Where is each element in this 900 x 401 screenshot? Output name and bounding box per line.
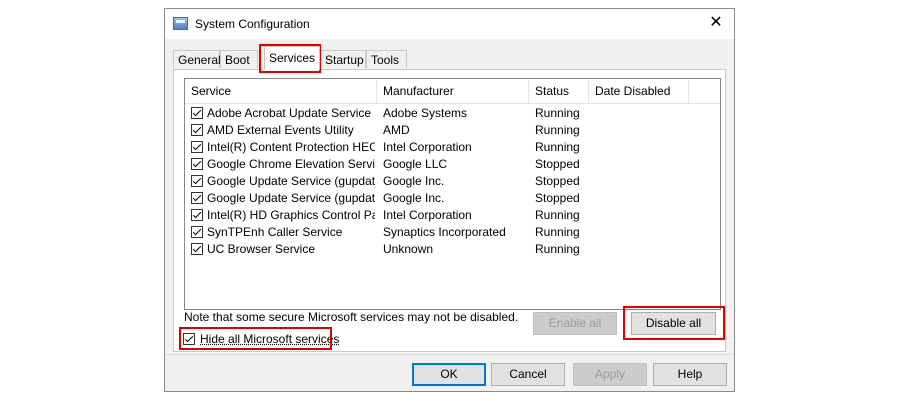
window-title: System Configuration <box>195 17 310 31</box>
table-row[interactable]: Intel(R) HD Graphics Control Pa... Intel… <box>185 207 720 224</box>
tab-startup[interactable]: Startup <box>320 50 366 68</box>
service-manufacturer: Intel Corporation <box>383 208 472 222</box>
table-row[interactable]: SynTPEnh Caller Service Synaptics Incorp… <box>185 224 720 241</box>
column-manufacturer[interactable]: Manufacturer <box>377 79 529 103</box>
tab-boot[interactable]: Boot <box>220 50 258 68</box>
service-name: AMD External Events Utility <box>207 123 354 137</box>
service-name: UC Browser Service <box>207 242 316 256</box>
tab-general[interactable]: General <box>173 50 221 68</box>
list-header: Service Manufacturer Status Date Disable… <box>185 79 720 104</box>
service-manufacturer: Synaptics Incorporated <box>383 225 506 239</box>
service-status: Stopped <box>535 174 580 188</box>
secure-services-note: Note that some secure Microsoft services… <box>184 310 519 324</box>
service-manufacturer: Intel Corporation <box>383 140 472 154</box>
close-icon[interactable]: ✕ <box>706 13 726 33</box>
service-status: Running <box>535 106 580 120</box>
service-name: SynTPEnh Caller Service <box>207 225 343 239</box>
table-row[interactable]: Adobe Acrobat Update Service Adobe Syste… <box>185 105 720 122</box>
help-button[interactable]: Help <box>653 363 727 386</box>
tab-services[interactable]: Services <box>264 46 320 70</box>
table-row[interactable]: Google Update Service (gupdatem) Google … <box>185 190 720 207</box>
service-checkbox[interactable] <box>191 192 203 204</box>
service-manufacturer: Google LLC <box>383 157 448 171</box>
service-name: Adobe Acrobat Update Service <box>207 106 372 120</box>
service-checkbox[interactable] <box>191 158 203 170</box>
service-status: Running <box>535 225 580 239</box>
service-manufacturer: Google Inc. <box>383 174 445 188</box>
service-checkbox[interactable] <box>191 175 203 187</box>
system-configuration-window: System Configuration ✕ General Boot Serv… <box>164 8 735 392</box>
service-status: Running <box>535 242 580 256</box>
service-manufacturer: Unknown <box>383 242 434 256</box>
title-bar: System Configuration ✕ <box>165 9 734 39</box>
service-name: Google Update Service (gupdatem) <box>207 191 375 205</box>
ok-button[interactable]: OK <box>412 363 486 386</box>
services-list[interactable]: Service Manufacturer Status Date Disable… <box>184 78 721 310</box>
service-status: Running <box>535 208 580 222</box>
service-status: Running <box>535 140 580 154</box>
column-service[interactable]: Service <box>185 79 377 103</box>
apply-button[interactable]: Apply <box>573 363 647 386</box>
table-row[interactable]: Google Update Service (gupdate) Google I… <box>185 173 720 190</box>
service-status: Running <box>535 123 580 137</box>
service-checkbox[interactable] <box>191 124 203 136</box>
system-configuration-icon <box>173 17 188 30</box>
service-manufacturer: AMD <box>383 123 410 137</box>
tab-tools[interactable]: Tools <box>366 50 407 68</box>
hide-microsoft-checkbox[interactable] <box>183 333 195 345</box>
service-checkbox[interactable] <box>191 243 203 255</box>
cancel-button[interactable]: Cancel <box>491 363 565 386</box>
services-panel: Service Manufacturer Status Date Disable… <box>173 69 726 352</box>
enable-all-button[interactable]: Enable all <box>533 312 617 335</box>
service-status: Stopped <box>535 191 580 205</box>
service-status: Stopped <box>535 157 580 171</box>
hide-microsoft-label[interactable]: Hide all Microsoft services <box>200 331 339 347</box>
table-row[interactable]: Intel(R) Content Protection HEC... Intel… <box>185 139 720 156</box>
service-name: Google Update Service (gupdate) <box>207 174 375 188</box>
table-row[interactable]: AMD External Events Utility AMD Running <box>185 122 720 139</box>
service-manufacturer: Adobe Systems <box>383 106 468 120</box>
service-checkbox[interactable] <box>191 226 203 238</box>
disable-all-button[interactable]: Disable all <box>631 312 716 335</box>
service-manufacturer: Google Inc. <box>383 191 445 205</box>
service-name: Intel(R) Content Protection HEC... <box>207 140 375 154</box>
service-name: Google Chrome Elevation Service <box>207 157 375 171</box>
service-checkbox[interactable] <box>191 141 203 153</box>
footer-divider <box>165 354 734 355</box>
table-row[interactable]: UC Browser Service Unknown Running <box>185 241 720 258</box>
table-row[interactable]: Google Chrome Elevation Service Google L… <box>185 156 720 173</box>
column-date-disabled[interactable]: Date Disabled <box>589 79 689 103</box>
column-status[interactable]: Status <box>529 79 589 103</box>
service-checkbox[interactable] <box>191 209 203 221</box>
service-checkbox[interactable] <box>191 107 203 119</box>
service-name: Intel(R) HD Graphics Control Pa... <box>207 208 375 222</box>
